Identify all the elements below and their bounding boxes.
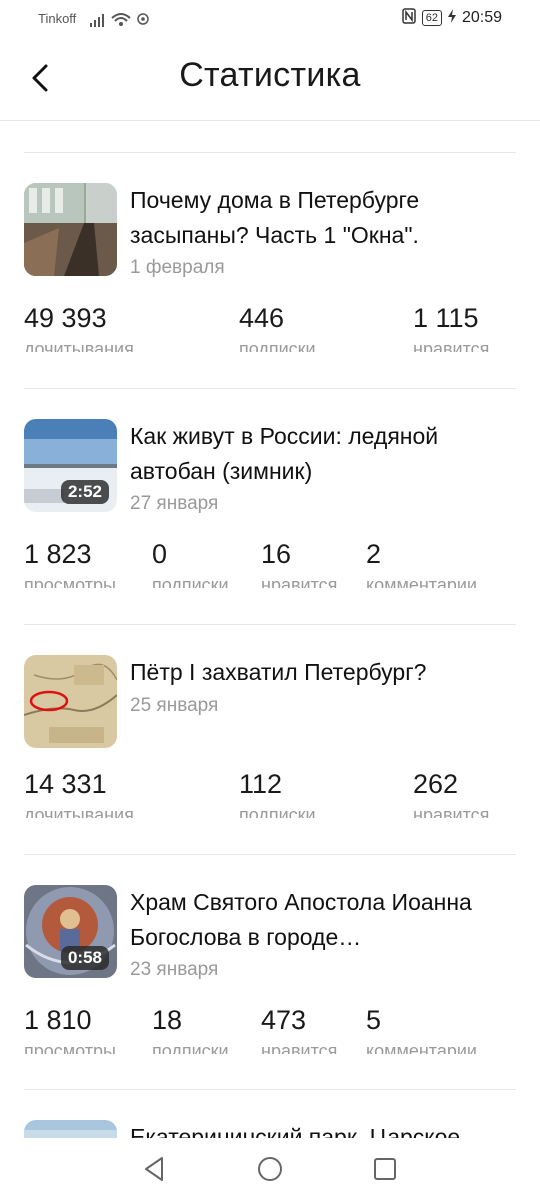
article-date: 1 февраля: [130, 257, 225, 278]
article-card[interactable]: 2:52 Как живут в России: ледяной автобан…: [24, 419, 516, 599]
article-thumbnail[interactable]: [24, 1120, 117, 1138]
battery-indicator: 62: [421, 9, 442, 26]
home-circle-icon: [258, 1157, 282, 1181]
article-thumbnail[interactable]: [24, 655, 117, 748]
divider: [24, 624, 516, 625]
stat-likes: 473 нравится: [261, 1004, 337, 1054]
stat-value: 473: [261, 1005, 307, 1035]
stat-label: просмотры: [24, 1041, 116, 1054]
stats-feed[interactable]: Почему дома в Петербурге засыпаны? Часть…: [0, 121, 540, 1138]
stat-value: 14 331: [24, 769, 107, 799]
page-title: Статистика: [179, 56, 361, 94]
stat-likes: 262 нравится: [413, 768, 489, 818]
article-date: 23 января: [130, 959, 219, 980]
divider: [24, 152, 516, 153]
nav-home-button[interactable]: [255, 1154, 285, 1184]
stat-comments: 5 комментарии: [366, 1004, 477, 1054]
stat-value: 1 115: [413, 303, 479, 333]
nav-recents-button[interactable]: [370, 1154, 400, 1184]
stat-comments: 2 комментарии: [366, 538, 477, 588]
stat-likes: 16 нравится: [261, 538, 337, 588]
article-title[interactable]: Почему дома в Петербурге засыпаны? Часть…: [130, 183, 510, 253]
video-duration: 0:58: [60, 946, 109, 970]
signal-wifi-icons: [90, 10, 150, 31]
stat-value: 1 810: [24, 1005, 92, 1035]
charging-icon: [447, 9, 456, 26]
video-thumbnail[interactable]: 2:52: [24, 419, 117, 512]
stat-subscriptions: 112 подписки: [239, 768, 316, 818]
stat-value: 16: [261, 539, 292, 569]
stat-subscriptions: 18 подписки: [152, 1004, 229, 1054]
stat-reads: 49 393 дочитывания: [24, 302, 134, 352]
nfc-icon: [401, 8, 416, 27]
stat-value: 1 823: [24, 539, 92, 569]
stat-value: 262: [413, 769, 459, 799]
stat-subscriptions: 0 подписки: [152, 538, 229, 588]
stat-label: дочитывания: [24, 805, 134, 818]
stat-label: дочитывания: [24, 339, 134, 352]
article-date: 27 января: [130, 493, 219, 514]
divider: [24, 1089, 516, 1090]
stat-value: 2: [366, 539, 382, 569]
stat-label: комментарии: [366, 575, 477, 588]
stat-label: подписки: [152, 1041, 229, 1054]
stat-value: 112: [239, 769, 283, 799]
article-card[interactable]: Почему дома в Петербурге засыпаны? Часть…: [24, 183, 516, 363]
status-bar: Tinkoff 62 20:59: [0, 0, 540, 40]
video-thumbnail[interactable]: 0:58: [24, 885, 117, 978]
divider: [24, 854, 516, 855]
stat-value: 49 393: [24, 303, 107, 333]
clock: 20:59: [461, 8, 502, 26]
stat-views: 1 823 просмотры: [24, 538, 116, 588]
article-title[interactable]: Как живут в России: ледяной автобан (зим…: [130, 419, 510, 489]
status-right: 62 20:59: [401, 8, 502, 27]
stat-label: нравится: [261, 1041, 338, 1054]
article-date: 25 января: [130, 695, 219, 716]
stat-label: подписки: [239, 339, 316, 352]
article-thumbnail[interactable]: [24, 183, 117, 276]
stat-label: комментарии: [366, 1041, 477, 1054]
stat-label: нравится: [413, 339, 490, 352]
stat-label: просмотры: [24, 575, 116, 588]
stat-reads: 14 331 дочитывания: [24, 768, 134, 818]
stat-value: 446: [239, 303, 285, 333]
stat-likes: 1 115 нравится: [413, 302, 489, 352]
article-title[interactable]: Пётр I захватил Петербург?: [130, 655, 510, 690]
top-app-bar: Статистика: [0, 40, 540, 121]
stat-label: подписки: [239, 805, 316, 818]
article-card[interactable]: 0:58 Храм Святого Апостола Иоанна Богосл…: [24, 885, 516, 1065]
stat-value: 5: [366, 1005, 382, 1035]
system-nav-bar: [0, 1138, 540, 1200]
video-duration: 2:52: [60, 480, 109, 504]
article-title[interactable]: Екатерининский парк. Царское: [130, 1120, 510, 1138]
stat-label: нравится: [413, 805, 490, 818]
nav-back-button[interactable]: [140, 1154, 170, 1184]
back-triangle-icon: [145, 1157, 163, 1181]
article-card[interactable]: Пётр I захватил Петербург? 25 января 14 …: [24, 655, 516, 835]
stat-views: 1 810 просмотры: [24, 1004, 116, 1054]
article-card[interactable]: Екатерининский парк. Царское: [24, 1120, 516, 1138]
stat-value: 0: [152, 539, 168, 569]
divider: [24, 388, 516, 389]
article-title[interactable]: Храм Святого Апостола Иоанна Богослова в…: [130, 885, 510, 955]
stat-value: 18: [152, 1005, 183, 1035]
stat-subscriptions: 446 подписки: [239, 302, 316, 352]
carrier-name: Tinkoff: [38, 11, 77, 26]
recents-square-icon: [374, 1158, 396, 1180]
stat-label: подписки: [152, 575, 229, 588]
stat-label: нравится: [261, 575, 338, 588]
